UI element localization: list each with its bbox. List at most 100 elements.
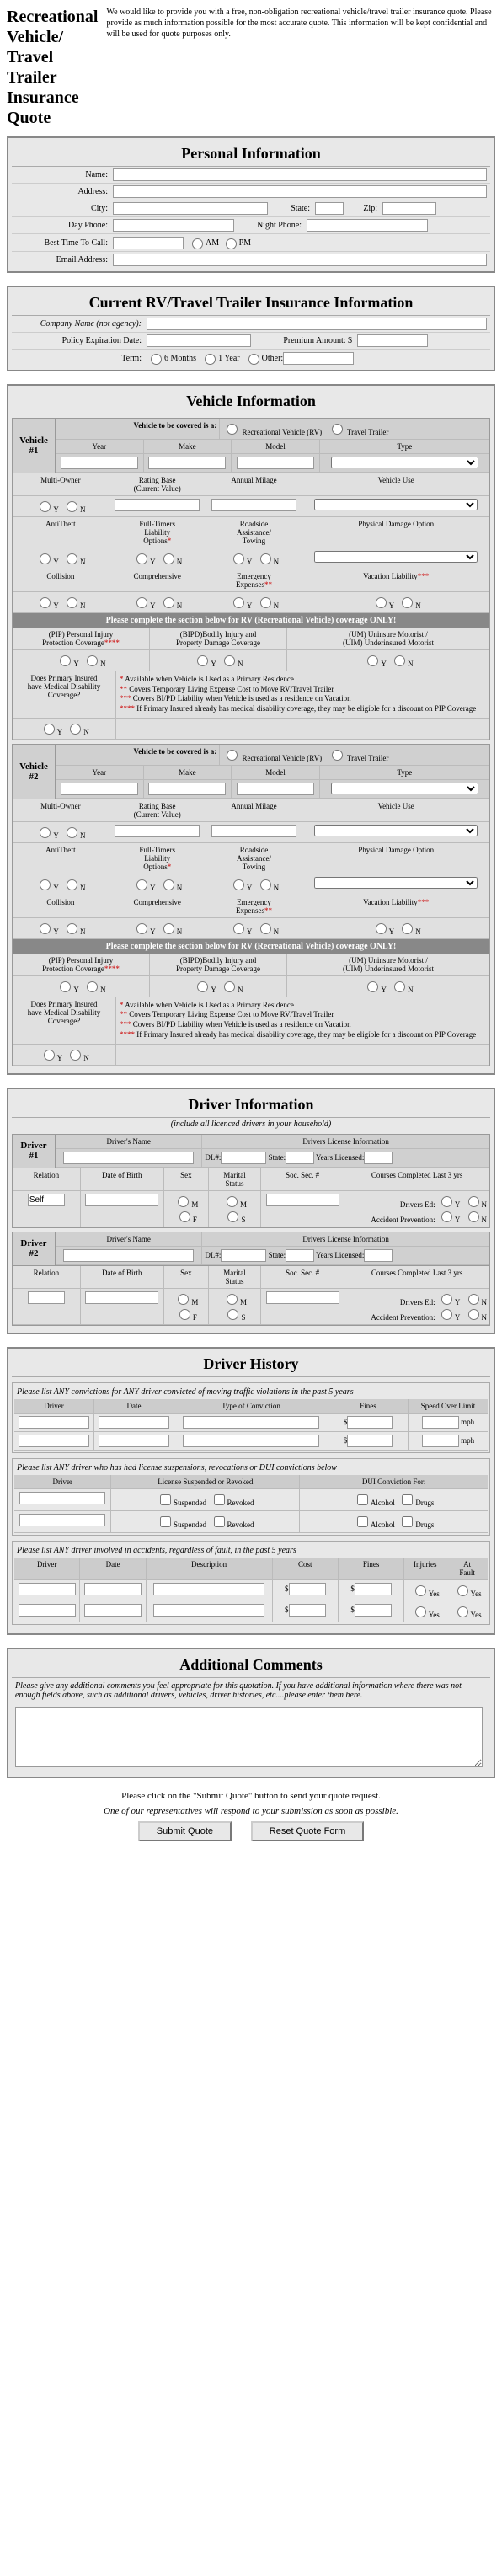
y-radio[interactable] bbox=[441, 1309, 452, 1320]
n-radio[interactable] bbox=[67, 553, 77, 564]
mm-radio[interactable] bbox=[227, 1294, 238, 1305]
n-radio[interactable] bbox=[260, 879, 271, 890]
make-input[interactable] bbox=[148, 457, 226, 469]
rev-cb[interactable] bbox=[214, 1516, 225, 1527]
n-radio[interactable] bbox=[468, 1309, 479, 1320]
y-radio[interactable] bbox=[136, 923, 147, 934]
f-radio[interactable] bbox=[179, 1309, 190, 1320]
conv-type[interactable] bbox=[183, 1435, 319, 1447]
y-radio[interactable] bbox=[441, 1196, 452, 1207]
rating-input[interactable] bbox=[115, 825, 200, 837]
n-radio[interactable] bbox=[87, 655, 98, 666]
y-radio[interactable] bbox=[376, 597, 387, 608]
fault-radio[interactable] bbox=[457, 1585, 468, 1596]
use-select[interactable] bbox=[314, 499, 478, 510]
conv-type[interactable] bbox=[183, 1416, 319, 1429]
n-radio[interactable] bbox=[224, 655, 235, 666]
year-input[interactable] bbox=[61, 783, 138, 795]
f-radio[interactable] bbox=[179, 1211, 190, 1222]
type-select[interactable] bbox=[331, 457, 479, 468]
soc-input[interactable] bbox=[266, 1194, 339, 1206]
y-radio[interactable] bbox=[233, 923, 244, 934]
n-radio[interactable] bbox=[402, 923, 413, 934]
n-radio[interactable] bbox=[67, 501, 77, 512]
n-radio[interactable] bbox=[163, 923, 174, 934]
susp-driver[interactable] bbox=[19, 1492, 105, 1504]
rel-input[interactable] bbox=[28, 1291, 65, 1304]
n-radio[interactable] bbox=[224, 981, 235, 992]
n-radio[interactable] bbox=[163, 553, 174, 564]
acc-cost[interactable] bbox=[289, 1583, 326, 1595]
y-radio[interactable] bbox=[441, 1294, 452, 1305]
y-radio[interactable] bbox=[367, 655, 378, 666]
dname-input[interactable] bbox=[63, 1152, 194, 1164]
term6-radio[interactable] bbox=[151, 354, 162, 365]
y-radio[interactable] bbox=[233, 553, 244, 564]
n-radio[interactable] bbox=[402, 597, 413, 608]
n-radio[interactable] bbox=[70, 724, 81, 735]
acc-date[interactable] bbox=[84, 1583, 142, 1595]
susp-cb[interactable] bbox=[160, 1516, 171, 1527]
m-radio[interactable] bbox=[178, 1294, 189, 1305]
n-radio[interactable] bbox=[260, 553, 271, 564]
y-radio[interactable] bbox=[233, 597, 244, 608]
n-radio[interactable] bbox=[163, 879, 174, 890]
milage-input[interactable] bbox=[211, 825, 296, 837]
n-radio[interactable] bbox=[70, 1050, 81, 1061]
y-radio[interactable] bbox=[197, 981, 208, 992]
rating-input[interactable] bbox=[115, 499, 200, 511]
dl-input[interactable] bbox=[221, 1152, 266, 1164]
n-radio[interactable] bbox=[260, 597, 271, 608]
acc-driver[interactable] bbox=[19, 1583, 76, 1595]
n-radio[interactable] bbox=[67, 597, 77, 608]
dname-input[interactable] bbox=[63, 1249, 194, 1262]
conv-speed[interactable] bbox=[422, 1416, 459, 1429]
model-input[interactable] bbox=[237, 783, 314, 795]
inj-radio[interactable] bbox=[415, 1585, 426, 1596]
n-radio[interactable] bbox=[67, 879, 77, 890]
tt-radio[interactable] bbox=[332, 424, 343, 435]
year-input[interactable] bbox=[61, 457, 138, 469]
inj-radio[interactable] bbox=[415, 1606, 426, 1617]
y-radio[interactable] bbox=[44, 1050, 55, 1061]
state-input[interactable] bbox=[315, 202, 344, 215]
mm-radio[interactable] bbox=[227, 1196, 238, 1207]
conv-driver[interactable] bbox=[19, 1435, 88, 1447]
dstate-input[interactable] bbox=[286, 1152, 314, 1164]
y-radio[interactable] bbox=[40, 597, 51, 608]
premium-input[interactable] bbox=[357, 334, 428, 347]
n-radio[interactable] bbox=[394, 655, 405, 666]
ms-radio[interactable] bbox=[227, 1211, 238, 1222]
susp-driver[interactable] bbox=[19, 1514, 105, 1526]
city-input[interactable] bbox=[113, 202, 268, 215]
y-radio[interactable] bbox=[40, 553, 51, 564]
fault-radio[interactable] bbox=[457, 1606, 468, 1617]
acc-desc[interactable] bbox=[153, 1604, 265, 1617]
type-select[interactable] bbox=[331, 783, 479, 794]
y-radio[interactable] bbox=[60, 655, 71, 666]
besttime-input[interactable] bbox=[113, 237, 184, 249]
n-radio[interactable] bbox=[394, 981, 405, 992]
conv-driver[interactable] bbox=[19, 1416, 88, 1429]
conv-fine[interactable] bbox=[347, 1416, 393, 1429]
rel-input[interactable] bbox=[28, 1194, 65, 1206]
dob-input[interactable] bbox=[85, 1194, 158, 1206]
name-input[interactable] bbox=[113, 168, 487, 181]
pm-radio[interactable] bbox=[226, 238, 237, 249]
tt-radio[interactable] bbox=[332, 750, 343, 761]
y-radio[interactable] bbox=[233, 879, 244, 890]
y-radio[interactable] bbox=[60, 981, 71, 992]
acc-fine[interactable] bbox=[355, 1604, 392, 1617]
acc-fine[interactable] bbox=[355, 1583, 392, 1595]
policy-input[interactable] bbox=[147, 334, 251, 347]
email-input[interactable] bbox=[113, 254, 487, 266]
rv-radio[interactable] bbox=[227, 750, 238, 761]
y-radio[interactable] bbox=[441, 1211, 452, 1222]
susp-cb[interactable] bbox=[160, 1494, 171, 1505]
y-radio[interactable] bbox=[136, 879, 147, 890]
nightphone-input[interactable] bbox=[307, 219, 428, 232]
zip-input[interactable] bbox=[382, 202, 436, 215]
phys-select[interactable] bbox=[314, 877, 478, 889]
use-select[interactable] bbox=[314, 825, 478, 836]
company-input[interactable] bbox=[147, 318, 487, 330]
